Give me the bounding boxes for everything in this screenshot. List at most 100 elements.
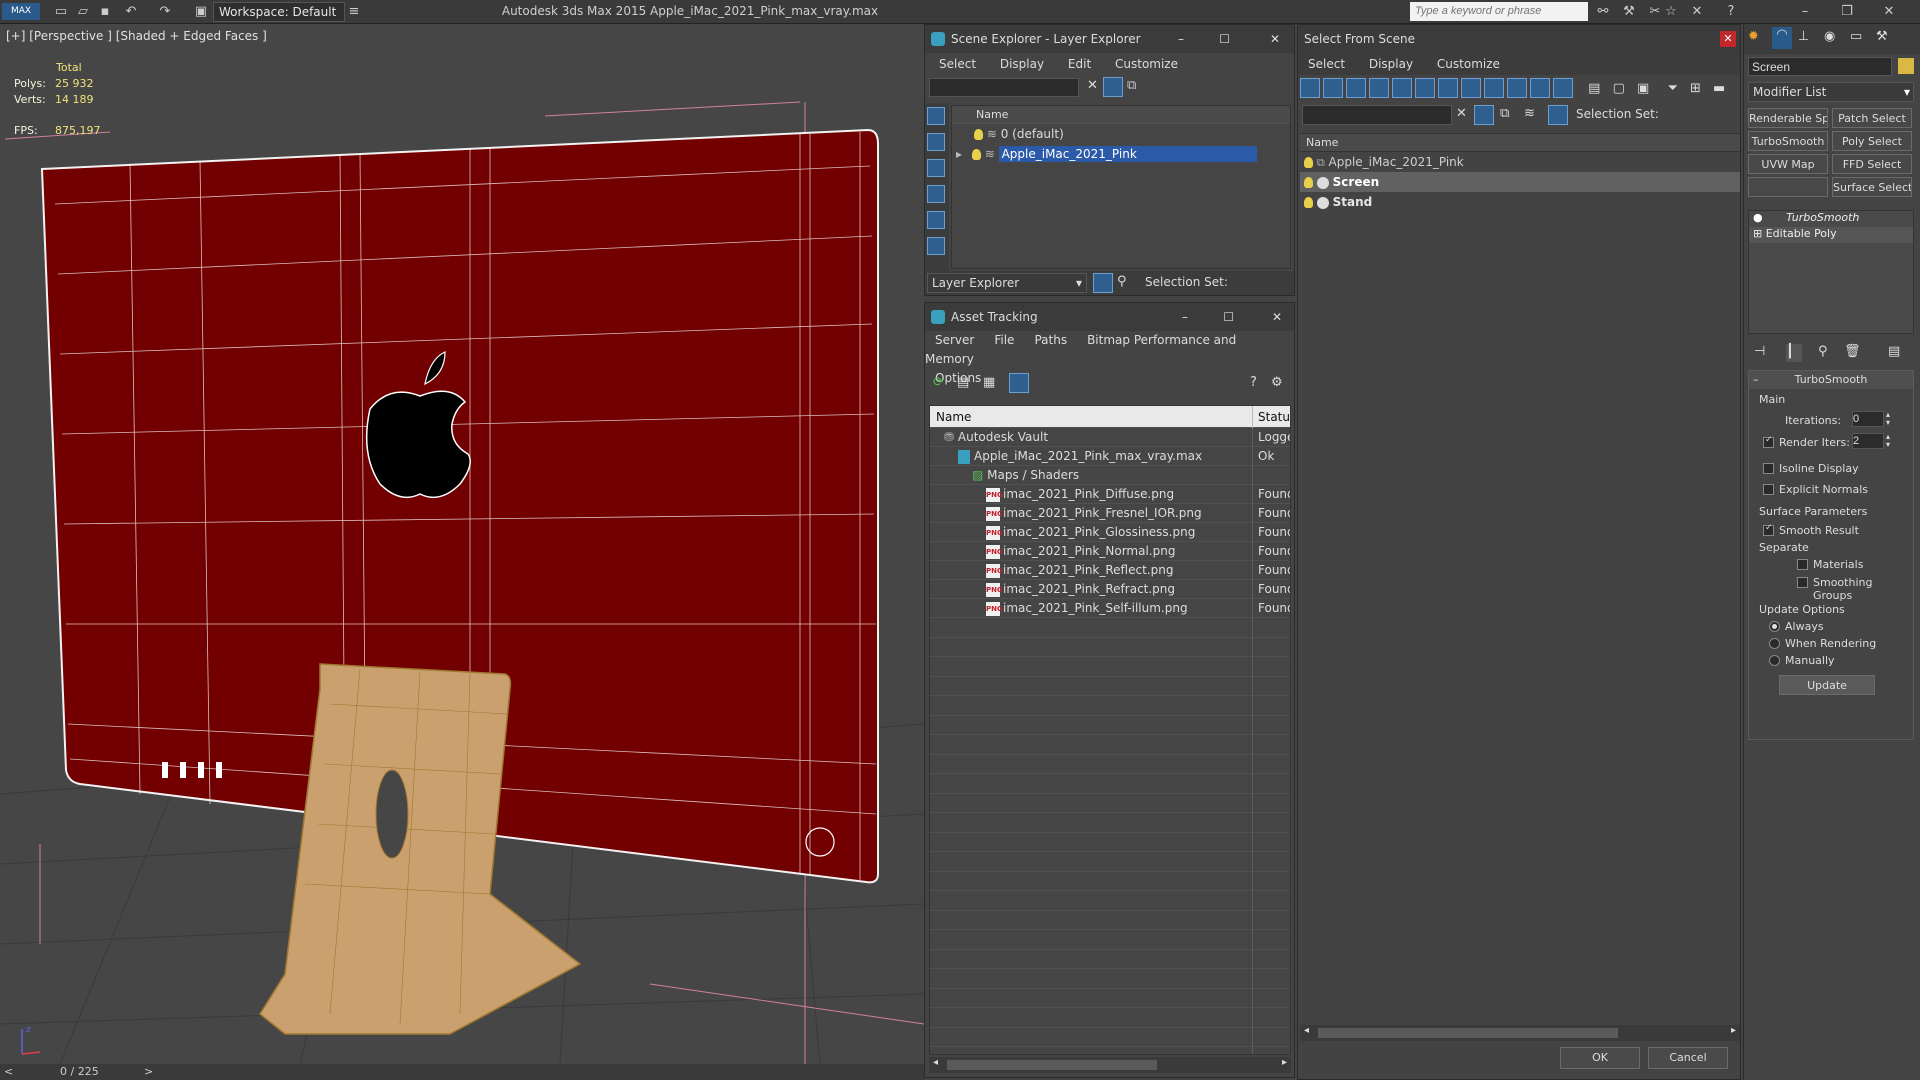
filter-cameras-icon[interactable]	[1369, 78, 1389, 98]
bulb-icon[interactable]: ●	[1753, 211, 1763, 224]
filter-lights-icon[interactable]	[1346, 78, 1366, 98]
close-icon[interactable]: ✕	[1270, 25, 1280, 53]
table-view-icon[interactable]	[1009, 373, 1029, 393]
modify-tab-icon[interactable]: ◠	[1772, 27, 1792, 49]
light-bulb-icon[interactable]	[1304, 197, 1313, 208]
modifier-button[interactable]: TurboSmooth	[1748, 131, 1828, 151]
layer-manager-icon[interactable]	[1093, 273, 1113, 293]
thumbnail-view-icon[interactable]: ▦	[983, 375, 995, 390]
asset-row[interactable]: PNGimac_2021_Pink_Self-illum.png Found	[930, 599, 1290, 618]
select-from-scene-titlebar[interactable]: Select From Scene ✕	[1298, 25, 1740, 53]
object-list-header[interactable]: Name	[1300, 134, 1740, 152]
object-color-swatch[interactable]	[1898, 58, 1914, 74]
list-view-icon[interactable]: ▤	[957, 375, 969, 390]
expand-arrow-icon[interactable]: ▸	[956, 147, 962, 161]
search-input[interactable]	[1410, 2, 1588, 21]
close-icon[interactable]: ✕	[1720, 31, 1736, 47]
menu-select[interactable]: Select	[939, 57, 976, 71]
layer-row[interactable]: ≋ 0 (default)	[952, 124, 1290, 144]
isoline-checkbox[interactable]	[1763, 463, 1774, 474]
clear-search-icon[interactable]: ✕	[1087, 78, 1098, 93]
layers-icon[interactable]: ⧉	[1500, 106, 1509, 121]
configure-sets-icon[interactable]: ▤	[1888, 344, 1900, 359]
filter-containers-icon[interactable]	[1507, 78, 1527, 98]
asset-row[interactable]: PNGimac_2021_Pink_Glossiness.png Found	[930, 523, 1290, 542]
asset-row[interactable]: PNGimac_2021_Pink_Reflect.png Found	[930, 561, 1290, 580]
iterations-input[interactable]	[1852, 411, 1884, 427]
modifier-button[interactable]: Patch Select	[1832, 108, 1912, 128]
object-row[interactable]: Stand	[1300, 192, 1740, 212]
select-invert-icon[interactable]: ▣	[1637, 81, 1649, 96]
smoothing-groups-checkbox[interactable]	[1797, 577, 1808, 588]
close-icon[interactable]: ✕	[1880, 3, 1898, 20]
help-icon[interactable]: ?	[1722, 3, 1740, 20]
maximize-icon[interactable]: ☐	[1219, 25, 1230, 53]
scene-explorer-titlebar[interactable]: Scene Explorer - Layer Explorer – ☐ ✕	[925, 25, 1294, 53]
cancel-button[interactable]: Cancel	[1648, 1047, 1728, 1069]
modifier-button[interactable]: UVW Map	[1748, 154, 1828, 174]
layer-row-selected[interactable]: ▸ ≋ Apple_iMac_2021_Pink	[952, 144, 1290, 164]
filter-bones-icon[interactable]	[1484, 78, 1504, 98]
menu-customize[interactable]: Customize	[1437, 57, 1500, 71]
selection-set-icon[interactable]	[1548, 105, 1568, 125]
light-bulb-icon[interactable]	[1304, 157, 1313, 168]
render-iters-checkbox[interactable]: ✓	[1763, 435, 1774, 448]
time-slider[interactable]: < 0 / 225 >	[0, 1064, 924, 1080]
modifier-button[interactable]: Surface Select	[1832, 177, 1912, 197]
select-search-input[interactable]	[1302, 105, 1452, 125]
make-unique-icon[interactable]: ⚲	[1818, 344, 1828, 359]
menu-file[interactable]: File	[994, 333, 1014, 347]
expand-icon[interactable]: ⊞	[1753, 227, 1762, 240]
menu-display[interactable]: Display	[1000, 57, 1044, 71]
render-iters-spinner[interactable]: ▴ ▾	[1886, 433, 1890, 449]
hierarchy-icon[interactable]: ⊞	[1690, 81, 1701, 96]
object-row-selected[interactable]: Screen	[1300, 172, 1740, 192]
settings-icon[interactable]: ⚙	[1271, 375, 1283, 390]
column-name-header[interactable]: Name	[930, 410, 971, 424]
render-iters-input[interactable]	[1852, 433, 1884, 449]
light-bulb-icon[interactable]	[971, 149, 981, 160]
asset-row[interactable]: ⛃ Autodesk Vault Logged	[930, 428, 1290, 447]
asset-row[interactable]: PNGimac_2021_Pink_Fresnel_IOR.png Found	[930, 504, 1290, 523]
object-name-field[interactable]	[1748, 57, 1892, 76]
filter-icon[interactable]	[1103, 77, 1123, 97]
remove-modifier-icon[interactable]: 🗑	[1844, 344, 1861, 359]
menu-paths[interactable]: Paths	[1034, 333, 1067, 347]
layer-list-header[interactable]: Name	[952, 106, 1290, 124]
asset-tracking-titlebar[interactable]: Asset Tracking – ☐ ✕	[925, 303, 1294, 331]
asset-row[interactable]: ▨ Maps / Shaders	[930, 466, 1290, 485]
display-tab-icon[interactable]: ▭	[1850, 29, 1862, 44]
explorer-type-dropdown[interactable]: Layer Explorer ▾	[927, 273, 1087, 293]
asset-row[interactable]: PNGimac_2021_Pink_Normal.png Found	[930, 542, 1290, 561]
modifier-button[interactable]	[1748, 177, 1828, 197]
filter-frozen-icon[interactable]	[1530, 78, 1550, 98]
collapse-icon[interactable]: ▬	[1713, 81, 1725, 96]
column-status-header[interactable]: Status	[1252, 406, 1290, 428]
refresh-icon[interactable]: ⟳	[933, 375, 944, 390]
manually-radio[interactable]	[1769, 655, 1780, 666]
filter-hidden-icon[interactable]	[1553, 78, 1573, 98]
filter-active-icon[interactable]	[1474, 105, 1494, 125]
help-icon[interactable]: ?	[1250, 375, 1257, 390]
filter-xrefs-icon[interactable]	[1461, 78, 1481, 98]
display-none-icon[interactable]	[927, 107, 945, 125]
explicit-normals-checkbox[interactable]	[1763, 484, 1774, 495]
stack-item-editable-poly[interactable]: ⊞ Editable Poly	[1749, 227, 1913, 243]
menu-customize[interactable]: Customize	[1115, 57, 1178, 71]
binoculars-icon[interactable]: ⚯	[1594, 3, 1612, 20]
hierarchy-tab-icon[interactable]: ⊥	[1798, 29, 1809, 44]
light-bulb-icon[interactable]	[974, 129, 983, 140]
update-button[interactable]: Update	[1779, 675, 1875, 695]
stack-item-turbosmooth[interactable]: ● TurboSmooth	[1749, 211, 1913, 227]
asset-row[interactable]: PNGimac_2021_Pink_Refract.png Found	[930, 580, 1290, 599]
asset-hscrollbar[interactable]: ◂ ▸	[929, 1057, 1291, 1073]
x-icon[interactable]: ✕	[1688, 3, 1706, 20]
when-rendering-radio[interactable]	[1769, 638, 1780, 649]
smooth-result-checkbox[interactable]: ✓	[1763, 523, 1774, 536]
select-hscrollbar[interactable]: ◂ ▸	[1300, 1025, 1740, 1041]
modifier-button[interactable]: Renderable Spline	[1748, 108, 1828, 128]
ok-button[interactable]: OK	[1560, 1047, 1640, 1069]
always-radio[interactable]	[1769, 621, 1780, 632]
maximize-icon[interactable]: ☐	[1223, 303, 1234, 331]
iterations-spinner[interactable]: ▴ ▾	[1886, 411, 1890, 427]
